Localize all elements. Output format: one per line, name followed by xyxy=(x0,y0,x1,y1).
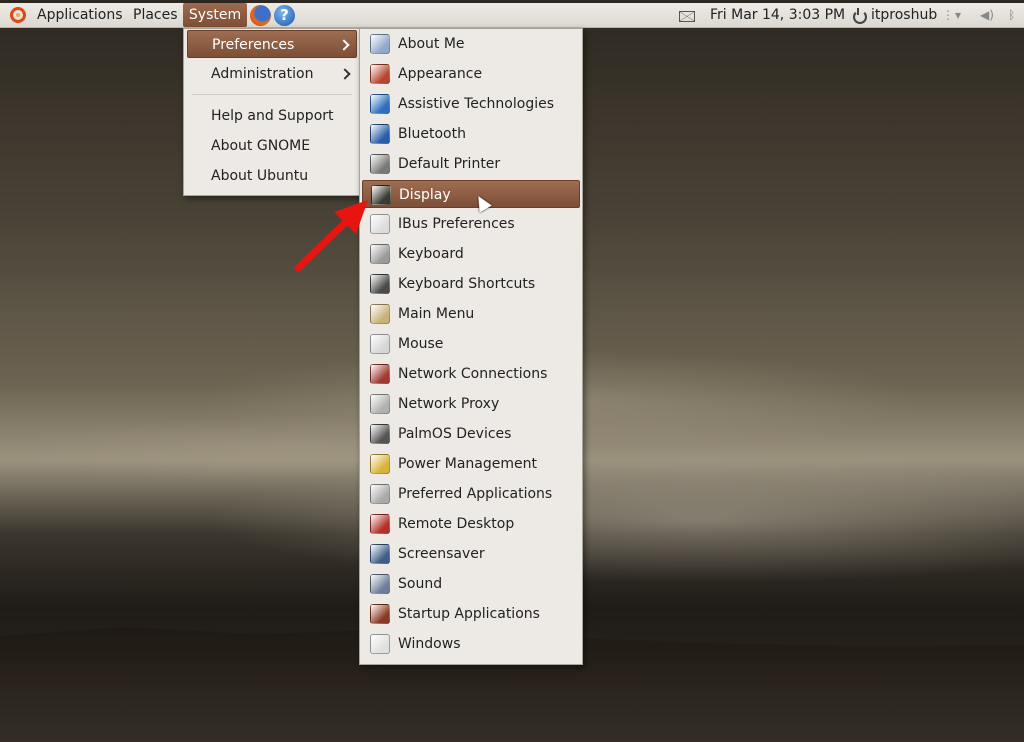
menu-item-default-printer[interactable]: Default Printer xyxy=(362,150,580,178)
menu-item-about-gnome[interactable]: About GNOME xyxy=(187,132,357,160)
menu-item-sound[interactable]: Sound xyxy=(362,570,580,598)
menu-item-network-connections[interactable]: Network Connections xyxy=(362,360,580,388)
windows-icon xyxy=(370,634,390,654)
menu-item-startup-applications[interactable]: Startup Applications xyxy=(362,600,580,628)
menu-item-bluetooth[interactable]: Bluetooth xyxy=(362,120,580,148)
menu-item-label: Windows xyxy=(398,636,461,652)
menu-item-label: Main Menu xyxy=(398,306,475,322)
menu-item-label: Administration xyxy=(211,66,314,82)
signal-icon[interactable]: ▾ xyxy=(955,7,961,23)
system-dropdown: Preferences Administration Help and Supp… xyxy=(183,28,361,196)
menu-item-label: Network Connections xyxy=(398,366,548,382)
menu-item-preferred-applications[interactable]: Preferred Applications xyxy=(362,480,580,508)
menu-item-network-proxy[interactable]: Network Proxy xyxy=(362,390,580,418)
bluetooth-icon xyxy=(370,124,390,144)
menu-item-label: Preferences xyxy=(212,37,295,53)
menu-item-power-management[interactable]: Power Management xyxy=(362,450,580,478)
appearance-icon xyxy=(370,64,390,84)
menu-item-label: Sound xyxy=(398,576,443,592)
menu-item-label: Keyboard xyxy=(398,246,464,262)
main-menu-icon xyxy=(370,304,390,324)
applications-menu[interactable]: Applications xyxy=(37,3,123,27)
menu-item-label: Preferred Applications xyxy=(398,486,553,502)
menu-item-label: Network Proxy xyxy=(398,396,500,412)
menu-item-administration[interactable]: Administration xyxy=(187,60,357,88)
help-icon[interactable]: ? xyxy=(274,5,295,26)
power-icon[interactable] xyxy=(853,8,867,24)
preferences-submenu: About Me Appearance Assistive Technologies… xyxy=(359,28,583,665)
menu-item-label: PalmOS Devices xyxy=(398,426,512,442)
volume-icon[interactable]: ◀) xyxy=(980,7,994,23)
menu-separator xyxy=(192,94,352,95)
menu-item-appearance[interactable]: Appearance xyxy=(362,60,580,88)
system-menu[interactable]: System xyxy=(183,3,247,27)
printer-icon xyxy=(370,154,390,174)
menu-item-label: Assistive Technologies xyxy=(398,96,555,112)
menu-item-remote-desktop[interactable]: Remote Desktop xyxy=(362,510,580,538)
menu-item-main-menu[interactable]: Main Menu xyxy=(362,300,580,328)
palm-device-icon xyxy=(370,424,390,444)
menu-item-label: Default Printer xyxy=(398,156,501,172)
network-icon[interactable]: ⋮ xyxy=(942,7,954,23)
menu-item-assistive-technologies[interactable]: Assistive Technologies xyxy=(362,90,580,118)
chevron-right-icon xyxy=(339,68,351,80)
menu-item-label: Bluetooth xyxy=(398,126,466,142)
ubuntu-logo-icon[interactable] xyxy=(10,7,26,23)
menu-item-label: Startup Applications xyxy=(398,606,540,622)
power-management-icon xyxy=(370,454,390,474)
menu-item-preferences[interactable]: Preferences xyxy=(187,30,357,58)
menu-item-label: IBus Preferences xyxy=(398,216,515,232)
menu-item-keyboard[interactable]: Keyboard xyxy=(362,240,580,268)
top-panel: Applications Places System ? Fri Mar 14,… xyxy=(0,3,1024,28)
menu-item-display[interactable]: Display xyxy=(362,180,580,208)
menu-item-label: Help and Support xyxy=(211,108,334,124)
menu-item-label: Remote Desktop xyxy=(398,516,515,532)
menu-item-keyboard-shortcuts[interactable]: Keyboard Shortcuts xyxy=(362,270,580,298)
user-info-icon xyxy=(370,34,390,54)
user-menu[interactable]: itproshub xyxy=(871,3,937,27)
chevron-right-icon xyxy=(338,39,350,51)
preferred-apps-icon xyxy=(370,484,390,504)
menu-item-about-ubuntu[interactable]: About Ubuntu xyxy=(187,162,357,190)
menu-item-palmos-devices[interactable]: PalmOS Devices xyxy=(362,420,580,448)
menu-item-screensaver[interactable]: Screensaver xyxy=(362,540,580,568)
menu-item-label: Power Management xyxy=(398,456,538,472)
menu-item-label: About Me xyxy=(398,36,465,52)
clock[interactable]: Fri Mar 14, 3:03 PM xyxy=(710,3,845,27)
menu-item-windows[interactable]: Windows xyxy=(362,630,580,658)
menu-item-label: About Ubuntu xyxy=(211,168,309,184)
menu-item-help-and-support[interactable]: Help and Support xyxy=(187,102,357,130)
menu-item-label: Mouse xyxy=(398,336,444,352)
menu-item-about-me[interactable]: About Me xyxy=(362,30,580,58)
remote-desktop-icon xyxy=(370,514,390,534)
bluetooth-tray-icon[interactable]: ᛒ xyxy=(1008,7,1015,23)
network-connections-icon xyxy=(370,364,390,384)
mail-icon[interactable] xyxy=(679,11,695,22)
menu-item-label: Keyboard Shortcuts xyxy=(398,276,536,292)
menu-item-label: Appearance xyxy=(398,66,483,82)
annotation-arrow xyxy=(294,200,368,272)
accessibility-icon xyxy=(370,94,390,114)
firefox-icon[interactable] xyxy=(250,5,271,26)
menu-item-label: About GNOME xyxy=(211,138,311,154)
sound-icon xyxy=(370,574,390,594)
menu-item-ibus-preferences[interactable]: IBus Preferences xyxy=(362,210,580,238)
menu-item-label: Display xyxy=(399,187,451,203)
places-menu[interactable]: Places xyxy=(133,3,178,27)
menu-item-mouse[interactable]: Mouse xyxy=(362,330,580,358)
screensaver-icon xyxy=(370,544,390,564)
mouse-icon xyxy=(370,334,390,354)
network-proxy-icon xyxy=(370,394,390,414)
menu-item-label: Screensaver xyxy=(398,546,485,562)
startup-apps-icon xyxy=(370,604,390,624)
